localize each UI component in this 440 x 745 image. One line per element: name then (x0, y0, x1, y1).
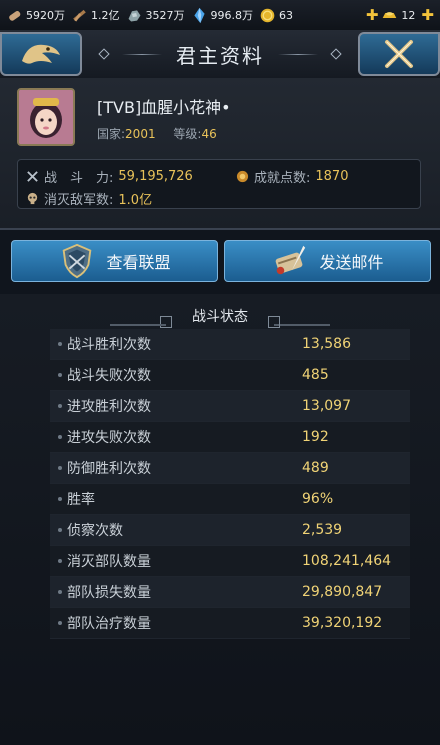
plus-icon: ✚ (365, 5, 379, 24)
resource-gold-coin[interactable]: 63 (259, 7, 293, 24)
resource-gold-coin-value: 63 (279, 8, 293, 22)
title-decoration (278, 53, 318, 55)
power-stat: 战 斗 力: 59,195,726 (26, 167, 193, 186)
stat-value: 39,320,192 (302, 615, 383, 631)
section-decoration (274, 324, 330, 326)
stat-value: 2,539 (302, 522, 343, 538)
level-label: 等级: (173, 127, 202, 141)
avatar[interactable] (17, 88, 75, 146)
header: 君主资料 (0, 30, 440, 78)
resource-bread[interactable]: 5920万 (6, 7, 65, 24)
stat-value: 192 (302, 429, 329, 445)
stat-value: 485 (302, 367, 329, 383)
stat-value: 489 (302, 460, 329, 476)
alliance-shield-icon (63, 243, 92, 279)
resource-iron-value: 3527万 (145, 9, 185, 22)
level-value: 46 (201, 127, 217, 141)
iron-ore-icon (128, 9, 140, 21)
avatar-portrait-icon (19, 90, 73, 144)
stat-label: 进攻失败次数 (67, 430, 151, 446)
country-label: 国家: (97, 127, 126, 141)
power-label: 战 斗 力: (44, 171, 114, 186)
stat-row: 部队治疗数量 39,320,192 (50, 608, 410, 639)
battle-stats-list: 战斗胜利次数 13,586 战斗失败次数 485 进攻胜利次数 13,097 进攻失败… (50, 329, 410, 639)
stat-row: 侦察次数 2,539 (50, 515, 410, 546)
kills-stat: 消灭敌军数: 1.0亿 (26, 189, 152, 208)
stat-row: 进攻胜利次数 13,097 (50, 391, 410, 422)
section-decoration (268, 316, 280, 328)
view-alliance-button[interactable]: 查看联盟 (11, 240, 218, 282)
add-gold-button[interactable]: ✚ 12 (366, 7, 416, 24)
stat-label: 消灭部队数量 (67, 554, 151, 570)
stat-value: 13,586 (302, 336, 351, 352)
battle-status-panel: 战斗状态 战斗胜利次数 13,586 战斗失败次数 485 进攻胜利次数 13,097… (0, 294, 440, 745)
back-button[interactable] (0, 32, 82, 76)
country-value: 2001 (125, 127, 156, 141)
stat-row: 部队损失数量 29,890,847 (50, 577, 410, 608)
resource-crystal[interactable]: 996.8万 (191, 7, 254, 24)
resource-wood-value: 1.2亿 (91, 9, 120, 22)
kills-value: 1.0亿 (118, 193, 153, 208)
achievement-value: 1870 (315, 169, 349, 184)
dragon-emblem-icon (22, 44, 60, 64)
stat-value: 96% (302, 491, 334, 507)
scroll-quill-mail-icon (276, 245, 306, 275)
profile-card: [TVB]血腥小花神• 国家:2001 等级:46 战 斗 力: 59,195,… (0, 78, 440, 230)
stat-row: 战斗失败次数 485 (50, 360, 410, 391)
stat-row: 战斗胜利次数 13,586 (50, 329, 410, 360)
resource-bread-value: 5920万 (26, 9, 65, 22)
stat-label: 部队损失数量 (67, 585, 151, 601)
title-area: 君主资料 (98, 30, 342, 78)
gold-ingot-icon (383, 11, 397, 18)
crossed-swords-icon (27, 171, 38, 182)
close-button[interactable] (358, 32, 440, 76)
wood-icon (73, 9, 86, 22)
kills-label: 消灭敌军数: (44, 193, 114, 208)
stat-value: 108,241,464 (302, 553, 392, 569)
title-decoration (330, 48, 342, 60)
crystal-icon (193, 7, 205, 23)
crossed-swords-close-icon (385, 40, 413, 68)
stat-label: 部队治疗数量 (67, 616, 151, 632)
resource-gold-ingot-value: 12 (401, 8, 416, 22)
resource-crystal-value: 996.8万 (210, 9, 254, 22)
send-mail-label: 发送邮件 (319, 253, 384, 272)
add-resource-button[interactable]: ✚ (421, 5, 434, 24)
achievement-label: 成就点数: (254, 171, 311, 186)
stat-row: 进攻失败次数 192 (50, 422, 410, 453)
stat-label: 战斗失败次数 (67, 368, 151, 384)
title-decoration (122, 53, 162, 55)
achievement-stat: 成就点数: 1870 (236, 167, 348, 186)
stat-label: 进攻胜利次数 (67, 399, 151, 415)
gold-coin-icon (260, 8, 275, 22)
send-mail-button[interactable]: 发送邮件 (224, 240, 431, 282)
plus-icon: ✚ (421, 5, 434, 24)
title-decoration (98, 48, 110, 60)
resource-wood[interactable]: 1.2亿 (71, 7, 120, 24)
resource-iron[interactable]: 3527万 (126, 7, 185, 24)
stat-row: 消灭部队数量 108,241,464 (50, 546, 410, 577)
stat-value: 13,097 (302, 398, 351, 414)
power-value: 59,195,726 (118, 169, 193, 184)
stat-label: 胜率 (67, 492, 95, 508)
player-name: [TVB]血腥小花神• (97, 98, 231, 117)
player-stats-box: 战 斗 力: 59,195,726 成就点数: 1870 消灭敌军数: 1.0亿 (17, 159, 421, 209)
page-title: 君主资料 (176, 43, 264, 68)
stat-label: 战斗胜利次数 (67, 337, 151, 353)
bread-icon (9, 10, 21, 21)
stat-row: 防御胜利次数 489 (50, 453, 410, 484)
stat-label: 防御胜利次数 (67, 461, 151, 477)
view-alliance-label: 查看联盟 (106, 253, 171, 272)
player-info: 国家:2001 等级:46 (97, 125, 231, 142)
battle-status-title: 战斗状态 (192, 309, 248, 325)
skull-icon (27, 192, 38, 205)
stat-row: 胜率 96% (50, 484, 410, 515)
resource-bar: 5920万 1.2亿 3527万 996.8万 63 ✚ 12 ✚ (0, 0, 440, 31)
stat-label: 侦察次数 (67, 523, 123, 539)
achievement-medal-icon (236, 170, 249, 183)
stat-value: 29,890,847 (302, 584, 383, 600)
